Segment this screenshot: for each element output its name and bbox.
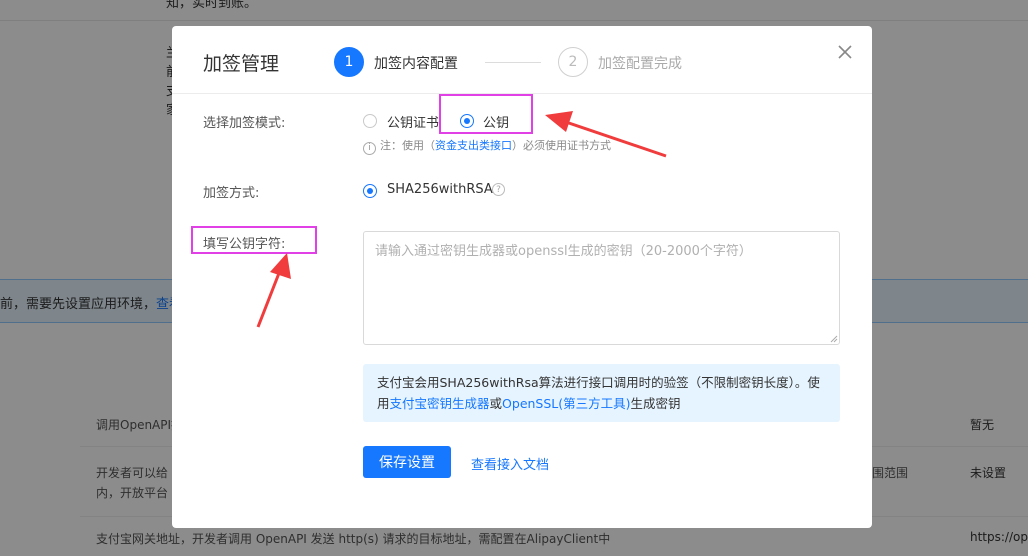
annotation-arrows: [256, 111, 667, 328]
arrow-icon: [545, 111, 667, 158]
arrow-icon: [256, 253, 291, 328]
